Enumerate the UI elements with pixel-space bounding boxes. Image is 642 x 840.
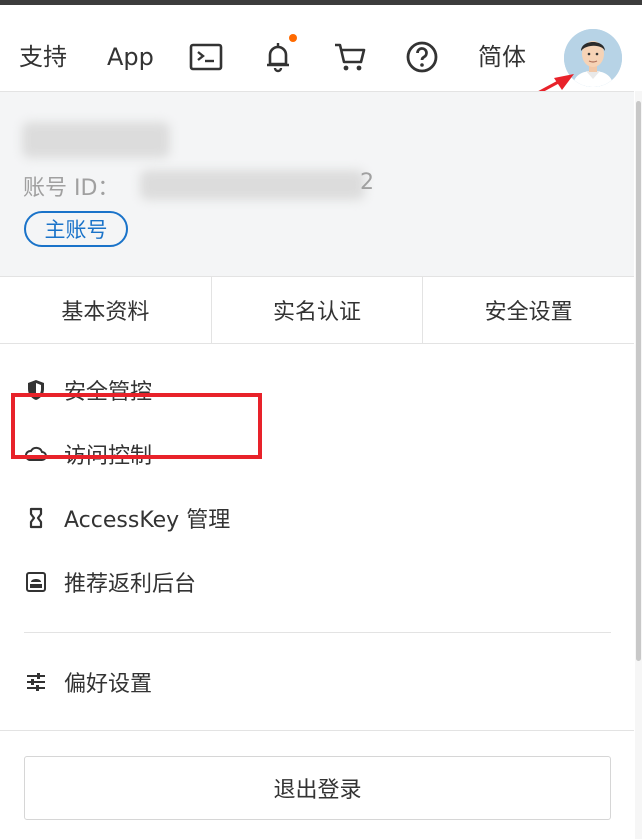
account-dropdown-panel: 账号 ID： 2 主账号 基本资料 实名认证 安全设置 安全管控 访问控制 Ac…	[0, 91, 634, 840]
account-id-label: 账号 ID：	[23, 176, 120, 201]
tab-real-name-verification[interactable]: 实名认证	[212, 277, 424, 343]
logout-button[interactable]: 退出登录	[24, 756, 611, 820]
main-account-badge: 主账号	[24, 211, 128, 247]
scrollbar-thumb[interactable]	[636, 101, 641, 661]
key-bracket-icon	[24, 506, 48, 530]
help-circle-icon[interactable]	[405, 40, 439, 74]
account-name-redacted	[22, 122, 170, 158]
menu-item-rebate-backend[interactable]: 推荐返利后台	[0, 554, 634, 610]
menu-divider	[24, 632, 611, 633]
annotation-highlight-box	[11, 393, 262, 459]
tab-basic-info[interactable]: 基本资料	[0, 277, 212, 343]
account-tabs: 基本资料 实名认证 安全设置	[0, 276, 634, 344]
menu-item-preferences[interactable]: 偏好设置	[0, 654, 634, 710]
rebate-icon	[24, 570, 48, 594]
scrollbar[interactable]	[635, 91, 642, 839]
menu-item-label: AccessKey 管理	[64, 508, 231, 533]
language-switch[interactable]: 简体	[478, 43, 526, 71]
account-id-tail: 2	[360, 170, 374, 195]
bell-icon[interactable]	[261, 40, 295, 74]
nav-app-link[interactable]: App	[107, 43, 154, 71]
menu-item-accesskey-management[interactable]: AccessKey 管理	[0, 490, 634, 546]
nav-support-link[interactable]: 支持	[19, 43, 67, 71]
account-id-redacted	[140, 170, 365, 200]
account-info: 账号 ID： 2 主账号	[0, 92, 634, 276]
tab-security-settings[interactable]: 安全设置	[423, 277, 634, 343]
menu-item-label: 推荐返利后台	[64, 572, 197, 597]
notification-dot	[289, 34, 297, 42]
menu-item-label: 偏好设置	[64, 672, 153, 697]
sliders-icon	[24, 670, 48, 694]
cart-icon[interactable]	[333, 40, 367, 74]
terminal-icon[interactable]	[189, 40, 223, 74]
panel-divider	[0, 730, 634, 731]
